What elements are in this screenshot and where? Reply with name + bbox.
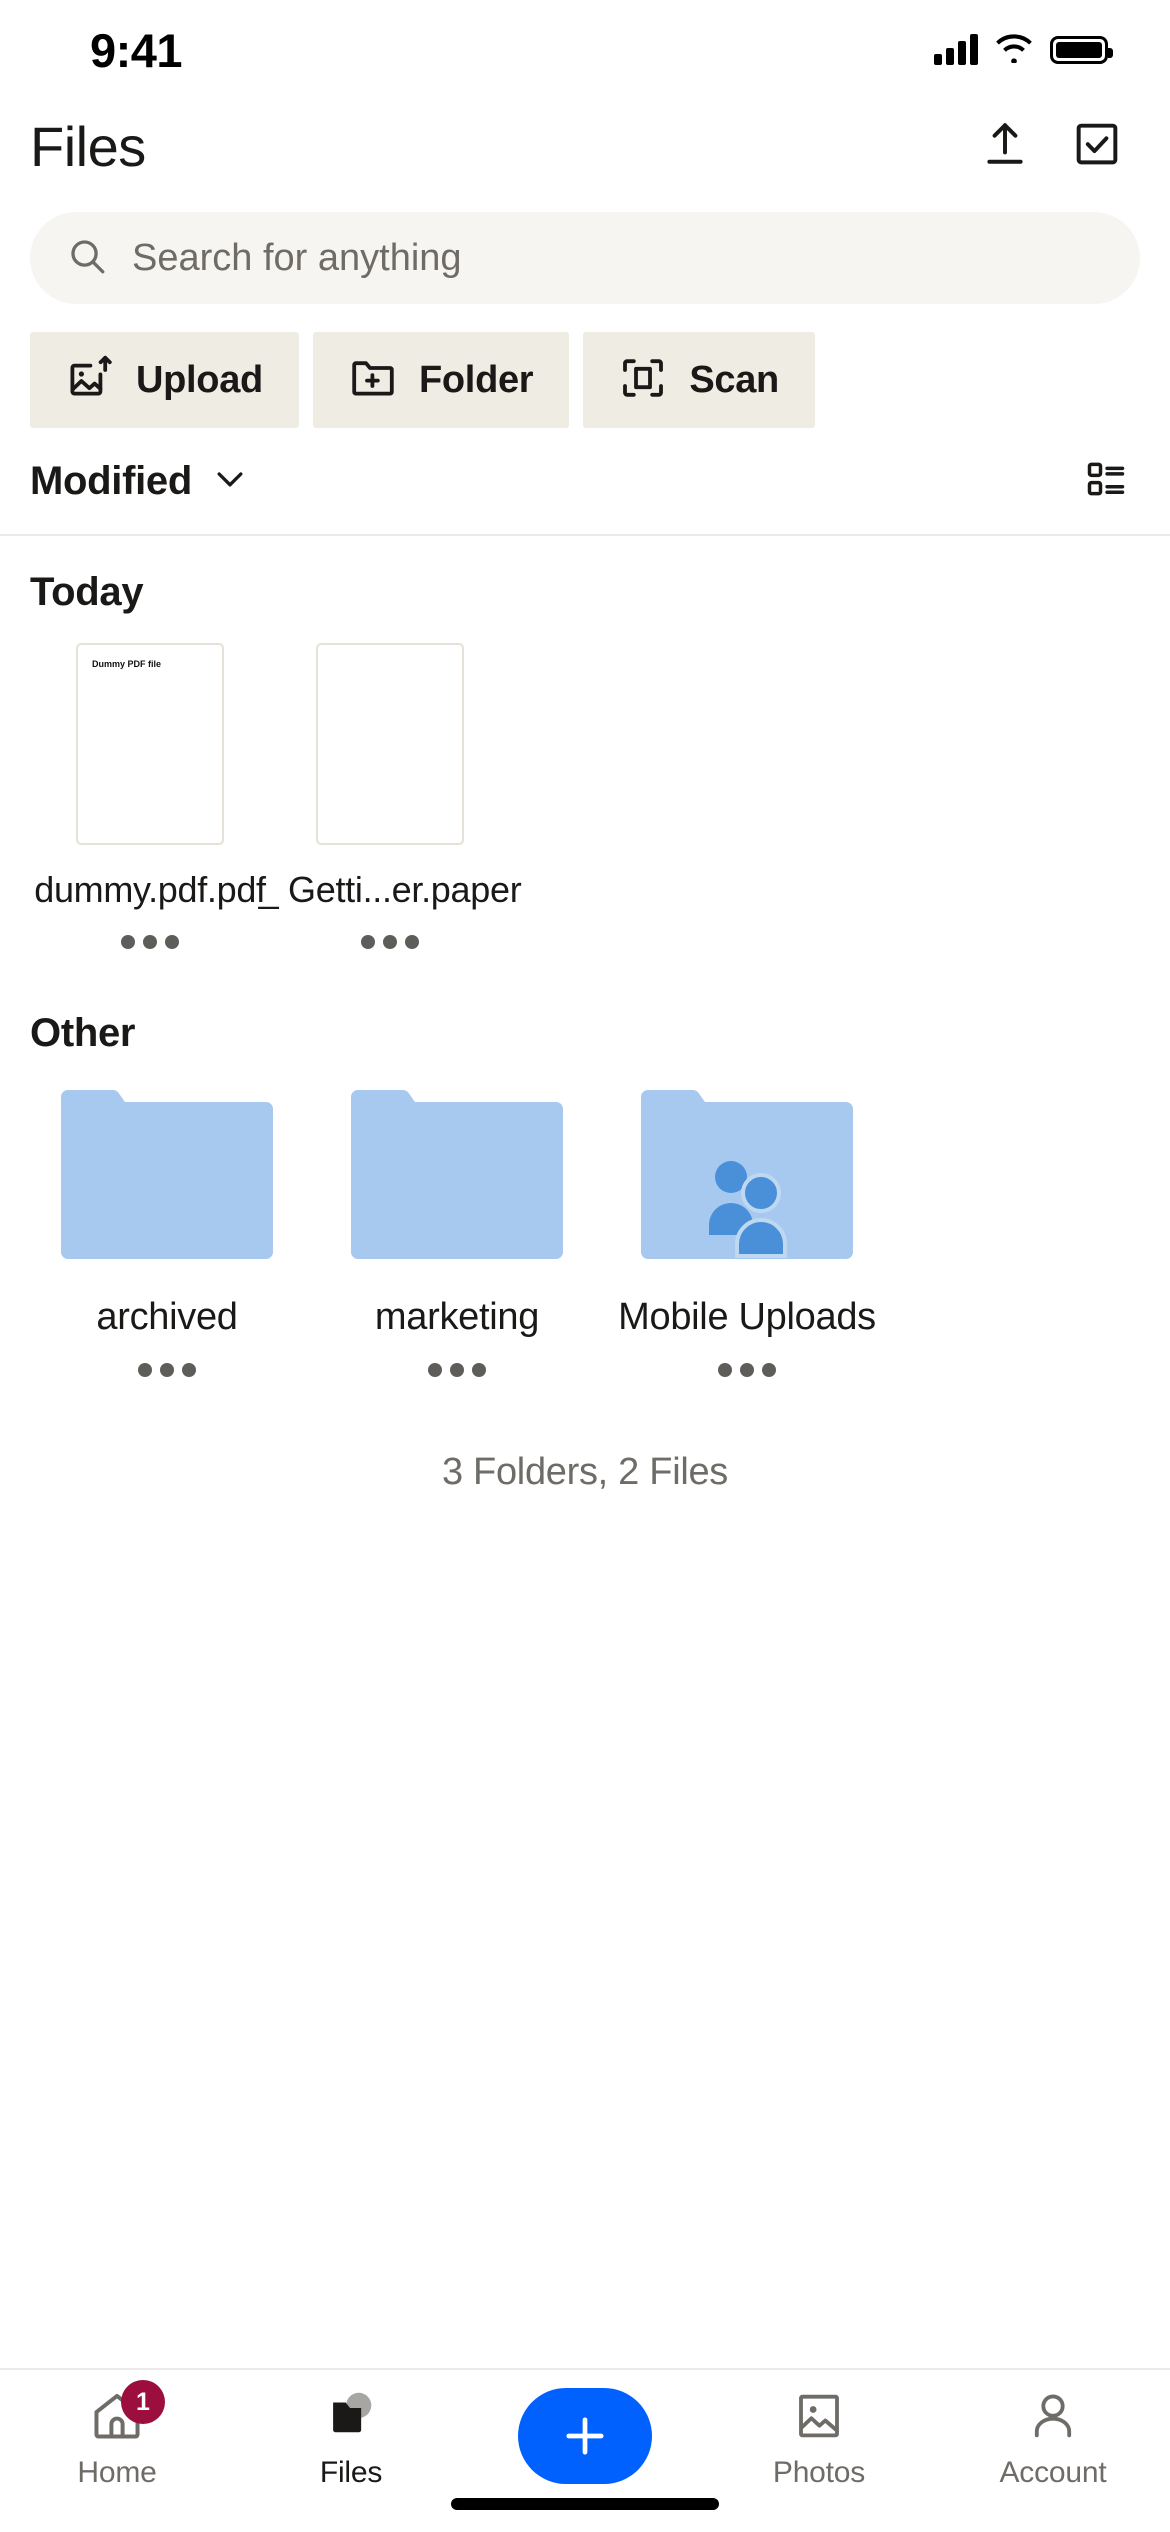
folder-name: archived [96, 1296, 238, 1338]
folder-name: marketing [374, 1296, 540, 1338]
tab-files[interactable]: Files [234, 2386, 468, 2490]
file-thumbnail-paper[interactable] [316, 643, 464, 845]
other-folder-grid: archived marketing Mobile Uploads [0, 1084, 1170, 1377]
checkbox-check-icon[interactable] [1072, 119, 1122, 174]
plus-icon[interactable] [518, 2388, 652, 2484]
quick-actions-row: Upload Folder Scan [0, 304, 1170, 428]
header-actions [980, 119, 1122, 174]
folder-button[interactable]: Folder [312, 332, 570, 428]
image-upload-icon [66, 354, 114, 407]
section-title-other: Other [30, 1011, 136, 1055]
home-icon: 1 [89, 2380, 165, 2446]
section-title-today: Today [30, 570, 144, 614]
scan-button-label: Scan [689, 358, 779, 401]
chevron-down-icon [210, 459, 250, 504]
overflow-menu-icon[interactable] [138, 1363, 196, 1377]
today-file-grid: Dummy PDF file dummy.pdf.pdf _ Getti...e… [0, 643, 1170, 949]
thumbnail-preview-text: Dummy PDF file [92, 659, 162, 669]
home-badge: 1 [121, 2380, 165, 2424]
tab-home[interactable]: 1 Home [0, 2380, 234, 2490]
file-browser-content: Today Dummy PDF file dummy.pdf.pdf _ Get… [0, 536, 1170, 1514]
folder-plus-icon [349, 354, 397, 407]
tab-files-label: Files [319, 2456, 383, 2489]
scan-button[interactable]: Scan [583, 332, 815, 428]
status-indicators [934, 33, 1113, 68]
upload-button[interactable]: Upload [30, 332, 299, 428]
tab-photos-label: Photos [772, 2456, 866, 2489]
home-indicator [451, 2498, 719, 2510]
wifi-icon [994, 33, 1034, 68]
shared-folder-icon[interactable] [641, 1084, 853, 1266]
create-fab[interactable] [468, 2386, 702, 2484]
signal-bars-icon [934, 34, 978, 65]
tab-account[interactable]: Account [936, 2386, 1170, 2490]
search-section: Search for anything [0, 192, 1170, 304]
sort-label: Modified [30, 458, 193, 503]
page-title: Files [30, 114, 146, 178]
folder-item[interactable]: marketing [312, 1084, 602, 1377]
overflow-menu-icon[interactable] [361, 935, 419, 949]
folder-item[interactable]: archived [22, 1084, 312, 1377]
folder-item-shared[interactable]: Mobile Uploads [602, 1084, 892, 1377]
file-item[interactable]: _ Getti...er.paper [259, 643, 522, 949]
folder-icon[interactable] [351, 1084, 563, 1266]
overflow-menu-icon[interactable] [718, 1363, 776, 1377]
upload-button-label: Upload [136, 358, 263, 401]
item-count-summary: 3 Folders, 2 Files [441, 1451, 729, 1493]
file-item[interactable]: Dummy PDF file dummy.pdf.pdf [30, 643, 270, 949]
tab-photos[interactable]: Photos [702, 2386, 936, 2490]
photo-icon [792, 2386, 846, 2446]
upload-arrow-icon[interactable] [980, 119, 1030, 174]
person-icon [1026, 2386, 1080, 2446]
file-name: dummy.pdf.pdf [34, 869, 266, 910]
bottom-tab-bar: 1 Home Files Photos Account [0, 2368, 1170, 2532]
overflow-menu-icon[interactable] [428, 1363, 486, 1377]
tab-account-label: Account [999, 2456, 1107, 2489]
search-placeholder: Search for anything [132, 236, 462, 279]
list-view-icon[interactable] [1084, 457, 1128, 506]
sort-dropdown[interactable]: Modified [30, 459, 250, 504]
folder-button-label: Folder [418, 358, 534, 401]
battery-full-icon [1050, 36, 1113, 64]
folder-icon[interactable] [61, 1084, 273, 1266]
file-thumbnail-pdf[interactable]: Dummy PDF file [76, 643, 224, 845]
scan-frame-icon [619, 354, 667, 407]
overflow-menu-icon[interactable] [121, 935, 179, 949]
tab-home-label: Home [77, 2456, 157, 2489]
file-name: _ Getti...er.paper [258, 869, 522, 910]
search-input[interactable]: Search for anything [30, 212, 1140, 304]
status-time: 9:41 [90, 23, 183, 77]
folder-icon [322, 2386, 380, 2446]
search-icon [66, 235, 108, 282]
sort-bar: Modified [0, 428, 1170, 536]
folder-name: Mobile Uploads [618, 1296, 876, 1338]
app-header: Files [0, 100, 1170, 192]
status-bar: 9:41 [0, 0, 1170, 100]
